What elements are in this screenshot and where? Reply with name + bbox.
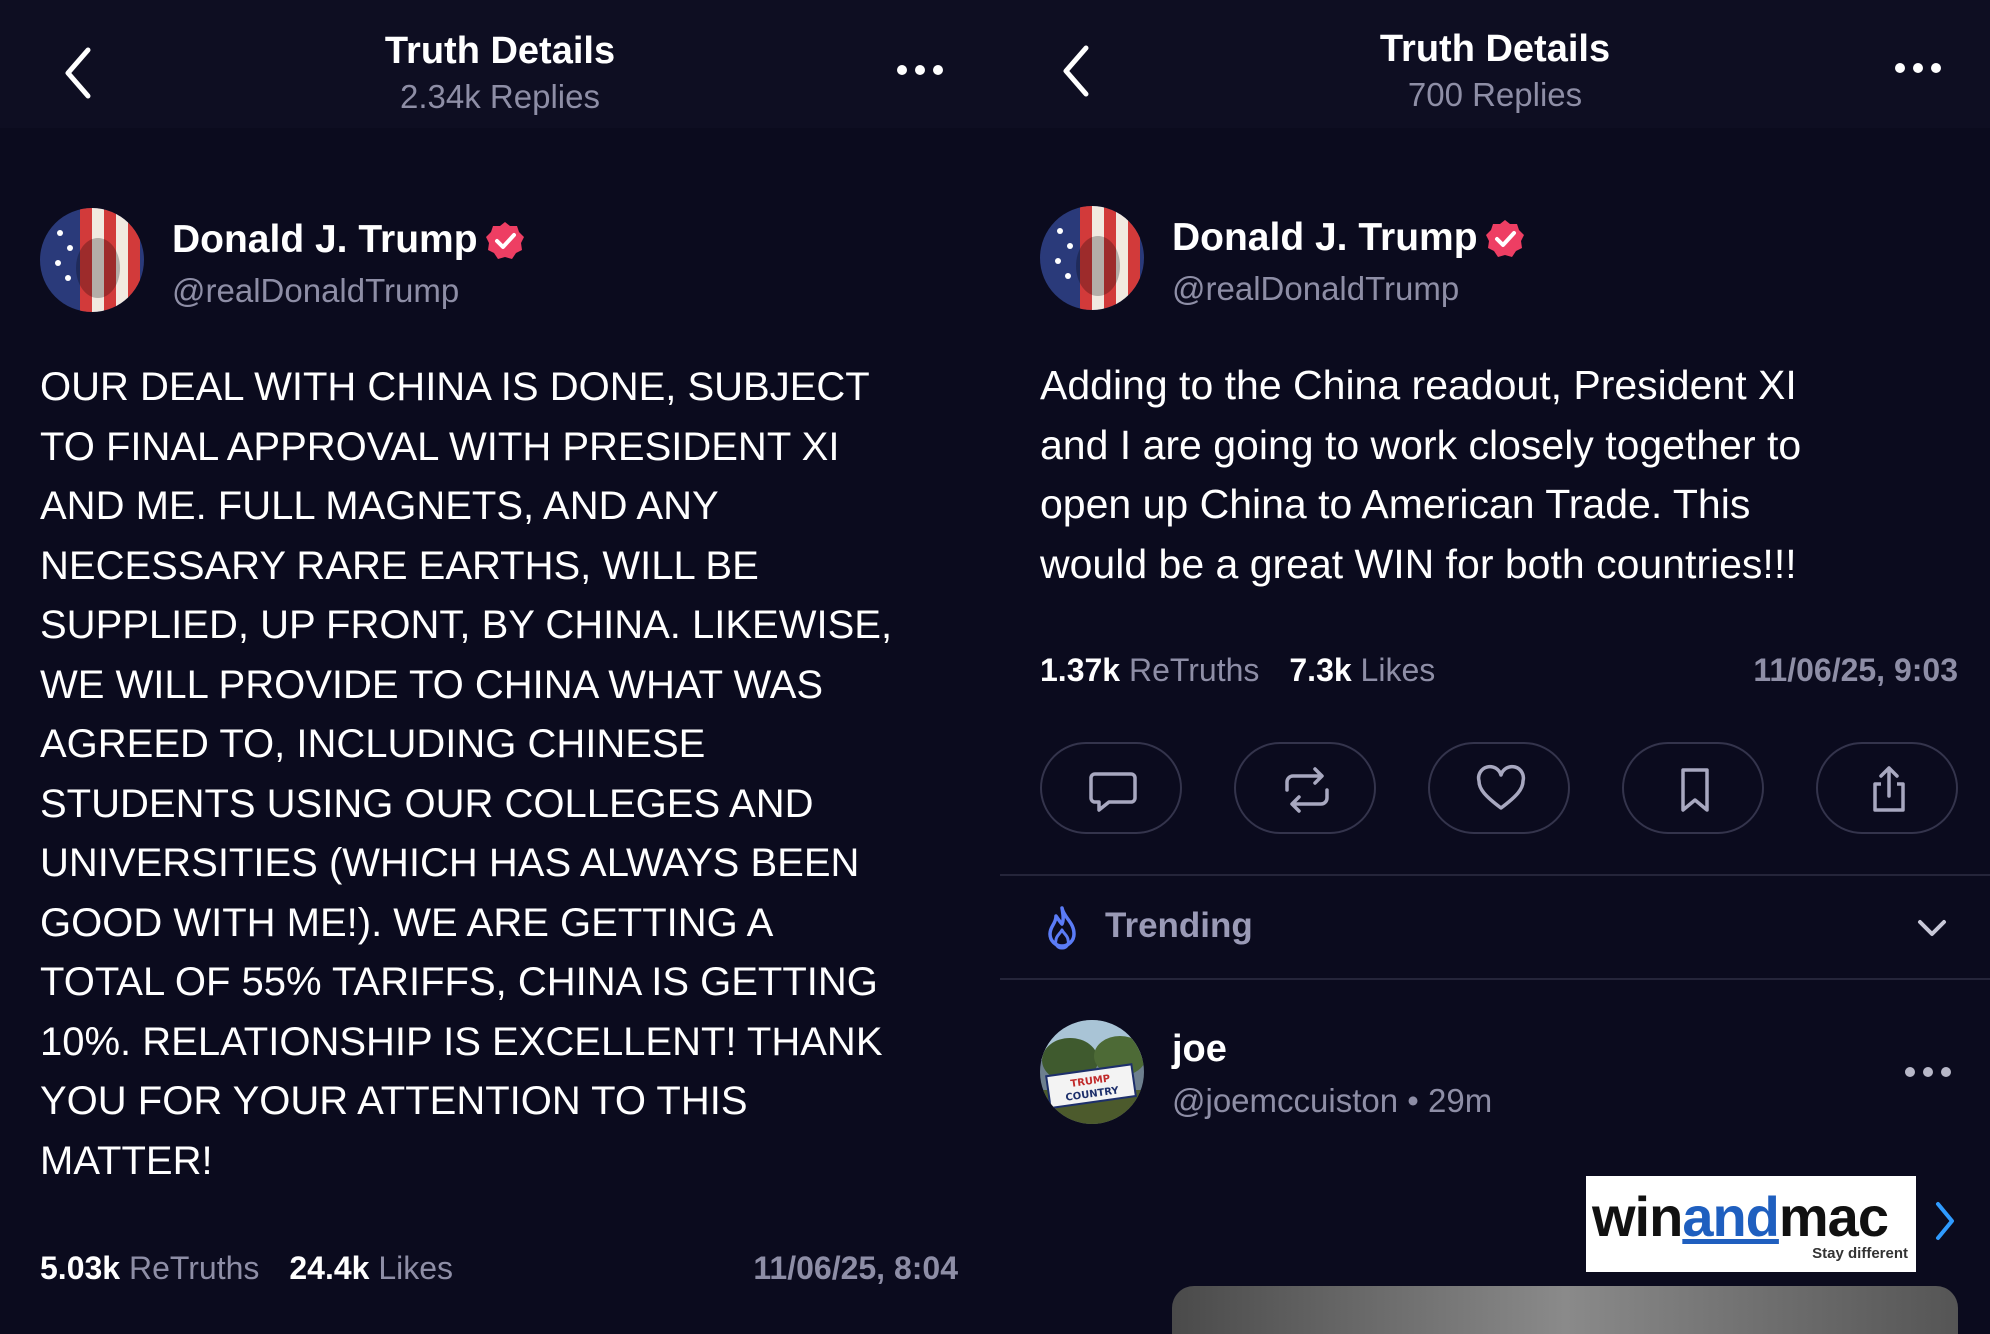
reply-author-name[interactable]: joe	[1172, 1028, 1227, 1071]
divider	[1000, 874, 1990, 876]
replies-count: 2.34k Replies	[400, 78, 600, 115]
post-line: GOOD WITH ME!). WE ARE GETTING A	[40, 900, 774, 945]
post-stats: 1.37k ReTruths 7.3k Likes	[1040, 652, 1435, 689]
reply-author-avatar[interactable]: TRUMP COUNTRY	[1040, 1020, 1144, 1124]
author-handle[interactable]: @realDonaldTrump	[172, 272, 459, 310]
post-line: 10%. RELATIONSHIP IS EXCELLENT! THANK	[40, 1019, 883, 1064]
verified-badge-icon	[1484, 218, 1526, 260]
like-button[interactable]	[1428, 742, 1570, 834]
post-timestamp: 11/06/25, 8:04	[753, 1250, 958, 1286]
flame-icon	[1048, 906, 1076, 950]
author-name[interactable]: Donald J. Trump	[172, 218, 478, 262]
reply-age: 29m	[1428, 1082, 1493, 1119]
retruths-label: ReTruths	[1128, 652, 1260, 688]
post-body: OUR DEAL WITH CHINA IS DONE, SUBJECT TO …	[40, 358, 892, 1191]
verified-badge-icon	[484, 220, 526, 262]
wordmark-accent: and	[1682, 1185, 1780, 1248]
likes-label: Likes	[1360, 652, 1436, 688]
meta-separator: •	[1407, 1082, 1419, 1119]
author-avatar[interactable]	[40, 208, 144, 312]
retruths-count: 5.03k	[40, 1250, 121, 1286]
left-truth-panel: Truth Details 2.34k Replies Donald J. Tr…	[0, 0, 1000, 1334]
share-button[interactable]	[1816, 742, 1958, 834]
reply-media-preview[interactable]	[1172, 1286, 1958, 1334]
retruths-label: ReTruths	[128, 1250, 260, 1286]
likes-count: 24.4k	[289, 1250, 370, 1286]
post-line: would be a great WIN for both countries!…	[1040, 540, 1797, 587]
retruth-icon	[1285, 767, 1329, 813]
winandmac-watermark-logo: winandmac Stay different	[1586, 1176, 1916, 1272]
chevron-right-icon[interactable]	[1930, 1196, 1960, 1246]
right-top-bar: Truth Details 700 Replies	[1000, 0, 1990, 128]
post-line: YOU FOR YOUR ATTENTION TO THIS	[40, 1079, 748, 1123]
post-line: STUDENTS USING OUR COLLEGES AND	[40, 781, 814, 826]
reply-icon	[1089, 772, 1137, 812]
divider	[1000, 978, 1990, 980]
more-options-icon[interactable]	[890, 50, 950, 90]
retruths-stat[interactable]: 5.03k ReTruths	[40, 1250, 259, 1286]
post-stats: 5.03k ReTruths 24.4k Likes	[40, 1250, 453, 1287]
right-truth-panel: Truth Details 700 Replies Donald J. Trum…	[1000, 0, 1990, 1334]
more-options-icon[interactable]	[1888, 48, 1948, 88]
post-line: AGREED TO, INCLUDING CHINESE	[40, 722, 706, 766]
author-handle[interactable]: @realDonaldTrump	[1172, 270, 1459, 308]
post-timestamp: 11/06/25, 9:03	[1753, 652, 1958, 688]
post-line: AND ME. FULL MAGNETS, AND ANY	[40, 484, 719, 528]
post-line: NECESSARY RARE EARTHS, WILL BE	[40, 543, 759, 588]
trending-label: Trending	[1105, 906, 1253, 945]
post-line: Adding to the China readout, President X…	[1040, 362, 1797, 408]
watermark-wordmark: winandmac	[1592, 1184, 1889, 1249]
retruths-count: 1.37k	[1040, 652, 1121, 688]
author-name[interactable]: Donald J. Trump	[1172, 216, 1478, 260]
trending-sort-selector[interactable]: Trending	[1000, 880, 1990, 976]
bookmark-button[interactable]	[1622, 742, 1764, 834]
reply-button[interactable]	[1040, 742, 1182, 834]
post-line: SUPPLIED, UP FRONT, BY CHINA. LIKEWISE,	[40, 603, 893, 647]
retruths-stat[interactable]: 1.37k ReTruths	[1040, 652, 1259, 688]
share-icon	[1873, 766, 1905, 812]
post-line: MATTER!	[40, 1138, 213, 1183]
chevron-down-icon	[1918, 920, 1946, 936]
bookmark-icon	[1681, 768, 1709, 812]
replies-count: 700 Replies	[1407, 76, 1583, 113]
page-title: Truth Details	[384, 30, 616, 72]
left-top-bar: Truth Details 2.34k Replies	[0, 0, 1000, 128]
likes-stat[interactable]: 24.4k Likes	[289, 1250, 453, 1286]
retruth-button[interactable]	[1234, 742, 1376, 834]
post-line: UNIVERSITIES (WHICH HAS ALWAYS BEEN	[40, 841, 860, 885]
author-avatar[interactable]	[1040, 206, 1144, 310]
post-body: Adding to the China readout, President X…	[1040, 356, 1801, 594]
post-line: and I are going to work closely together…	[1040, 421, 1802, 468]
heart-icon	[1476, 764, 1526, 810]
likes-count: 7.3k	[1289, 652, 1352, 688]
likes-label: Likes	[378, 1250, 454, 1286]
reply-meta: @joemccuiston • 29m	[1172, 1082, 1492, 1120]
post-line: TO FINAL APPROVAL WITH PRESIDENT XI	[40, 424, 840, 469]
likes-stat[interactable]: 7.3k Likes	[1289, 652, 1435, 688]
reply-author-handle[interactable]: @joemccuiston	[1172, 1082, 1398, 1119]
post-line: WE WILL PROVIDE TO CHINA WHAT WAS	[40, 662, 824, 707]
post-line: OUR DEAL WITH CHINA IS DONE, SUBJECT	[40, 365, 870, 409]
wordmark-prefix: win	[1592, 1185, 1683, 1248]
post-line: TOTAL OF 55% TARIFFS, CHINA IS GETTING	[40, 960, 878, 1004]
reply-more-options-icon[interactable]	[1898, 1052, 1951, 1092]
page-title: Truth Details	[1379, 28, 1611, 70]
watermark-tagline: Stay different	[1812, 1245, 1908, 1262]
wordmark-suffix: mac	[1778, 1185, 1889, 1248]
post-line: open up China to American Trade. This	[1040, 481, 1751, 527]
